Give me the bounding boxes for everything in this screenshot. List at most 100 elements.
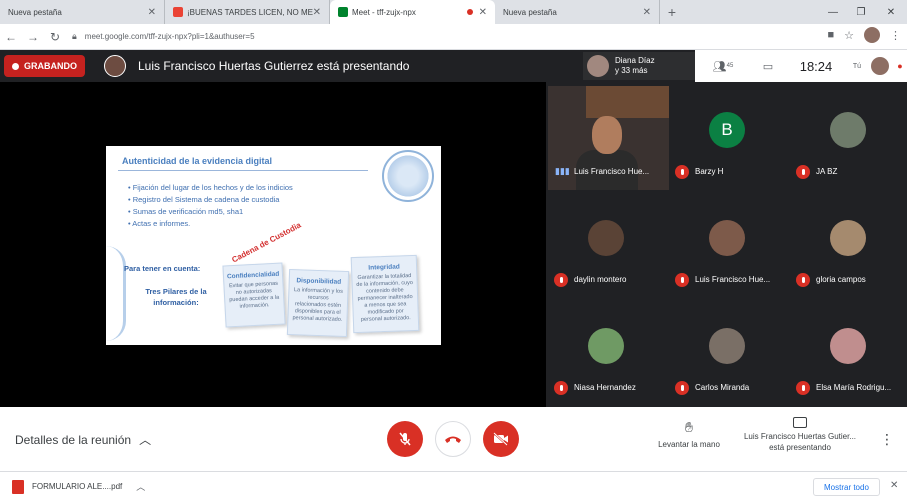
presentation-area: Autenticidad de la evidencia digital Fij… <box>0 82 546 407</box>
participant-tile[interactable]: gloria campos <box>788 190 907 298</box>
present-screen-icon <box>793 417 807 428</box>
chat-button[interactable]: ▭ <box>751 60 785 73</box>
participants-button[interactable]: 👥︎ 45 <box>695 60 751 73</box>
hand-icon: ✋︎ <box>685 419 693 435</box>
participant-name: Luis Francisco Hue... <box>574 167 650 176</box>
participant-avatar <box>830 112 866 148</box>
participant-avatar <box>709 220 745 256</box>
tab-strip: Nueva pestaña ✕ ¡BUENAS TARDES LICEN, NO… <box>0 0 907 24</box>
mic-off-icon: ● <box>897 61 903 71</box>
forward-icon[interactable]: → <box>22 26 44 48</box>
participant-tile[interactable]: B Barzy H <box>667 82 786 190</box>
mic-muted-icon <box>675 165 689 179</box>
recording-badge: GRABANDO <box>4 55 85 77</box>
presenting-indicator[interactable]: Luis Francisco Huertas Gutier... está pr… <box>735 417 865 453</box>
participant-tile[interactable]: Niasa Hernandez <box>546 298 665 406</box>
mic-muted-icon <box>675 273 689 287</box>
meet-view: GRABANDO Luis Francisco Huertas Gutierre… <box>0 50 907 407</box>
pillar-card-title: Confidencialidad <box>226 270 280 281</box>
pillar-card-title: Integridad <box>368 263 400 272</box>
reload-icon[interactable]: ↻ <box>44 26 66 48</box>
profile-avatar[interactable] <box>864 27 880 43</box>
show-all-downloads-button[interactable]: Mostrar todo <box>813 478 880 496</box>
download-file-name[interactable]: FORMULARIO ALE....pdf <box>32 482 122 491</box>
meeting-details-button[interactable]: Detalles de la reunión ︿ <box>15 431 151 448</box>
star-icon[interactable]: ☆ <box>844 29 854 42</box>
participant-tile[interactable]: daylin montero <box>546 190 665 298</box>
downloads-bar: FORMULARIO ALE....pdf ︿ Mostrar todo ✕ <box>0 471 907 501</box>
recording-label: GRABANDO <box>24 61 77 71</box>
self-avatar-wrap[interactable] <box>867 57 893 75</box>
tab-title: Nueva pestaña <box>503 7 557 17</box>
close-window-icon[interactable]: ✕ <box>876 0 906 24</box>
chevron-up-icon: ︿ <box>139 433 152 447</box>
restore-icon[interactable]: ❐ <box>846 0 876 24</box>
camera-toggle-button[interactable] <box>483 421 519 457</box>
people-strip[interactable]: Diana Díaz y 33 más <box>583 52 695 80</box>
new-tab-icon[interactable]: + <box>660 0 684 24</box>
close-tab-icon[interactable]: ✕ <box>148 7 156 18</box>
slide-bullets: Fijación del lugar de los hechos y de lo… <box>128 182 293 230</box>
pillar-card-text: Garantizar la totalidad de la informació… <box>356 273 414 323</box>
chat-icon: ▭ <box>762 60 774 73</box>
recording-icon <box>12 62 19 70</box>
mic-muted-icon <box>675 381 689 395</box>
chevron-up-icon[interactable]: ︿ <box>136 480 145 493</box>
gmail-icon <box>173 7 183 17</box>
raise-hand-button[interactable]: ✋︎ Levantar la mano <box>650 419 728 449</box>
presenting-line1: Luis Francisco Huertas Gutier... <box>743 432 857 441</box>
presenting-line2: está presentando <box>769 443 831 452</box>
camera-icon[interactable]: ■ <box>827 29 834 41</box>
presentation-slide: Autenticidad de la evidencia digital Fij… <box>106 146 441 345</box>
address-bar: ← → ↻ 🔒︎ meet.google.com/tff-zujx-npx?pl… <box>0 24 907 50</box>
browser-tab[interactable]: ¡BUENAS TARDES LICEN, NO ME E ✕ <box>165 0 330 24</box>
participant-avatar <box>588 220 624 256</box>
meet-controls-bar: Detalles de la reunión ︿ ✋︎ Levantar la … <box>0 407 907 471</box>
un-emblem-icon <box>382 150 434 202</box>
video-person-face <box>592 116 622 154</box>
participant-name: Niasa Hernandez <box>574 383 636 392</box>
raise-hand-label: Levantar la mano <box>658 440 720 449</box>
pillar-card: Disponibilidad La información y los recu… <box>286 268 350 338</box>
close-tab-icon[interactable]: ✕ <box>643 7 651 18</box>
participant-avatar <box>709 328 745 364</box>
lock-icon: 🔒︎ <box>72 31 77 41</box>
browser-tab-active[interactable]: Meet - tff-zujx-npx ✕ <box>330 0 495 24</box>
slide-bullet: Registro del Sistema de cadena de custod… <box>128 194 293 206</box>
participant-avatar <box>830 220 866 256</box>
participant-avatar <box>588 328 624 364</box>
slide-bullet: Sumas de verificación md5, sha1 <box>128 206 293 218</box>
pillar-card-text: La información y los recursos relacionad… <box>292 287 343 323</box>
participant-name: Luis Francisco Hue... <box>695 275 771 284</box>
participant-grid: ▮▮▮ Luis Francisco Hue... B Barzy H JA B… <box>546 82 907 407</box>
menu-icon[interactable]: ⋮ <box>890 29 901 42</box>
leave-call-button[interactable] <box>435 421 471 457</box>
close-tab-icon[interactable]: ✕ <box>313 7 321 18</box>
minimize-icon[interactable]: — <box>818 0 848 24</box>
participant-tile[interactable]: JA BZ <box>788 82 907 190</box>
participant-name: JA BZ <box>816 167 838 176</box>
tab-title: Nueva pestaña <box>8 7 62 17</box>
slide-side-text: Tres Pilares de la información: <box>145 287 207 307</box>
participant-tile[interactable]: Elsa María Rodrigu... <box>788 298 907 406</box>
mic-muted-icon <box>554 273 568 287</box>
participant-tile[interactable]: Carlos Miranda <box>667 298 786 406</box>
close-downloads-icon[interactable]: ✕ <box>890 480 898 491</box>
participant-tile[interactable]: Luis Francisco Hue... <box>667 190 786 298</box>
slide-bullet: Fijación del lugar de los hechos y de lo… <box>128 182 293 194</box>
participant-name: Elsa María Rodrigu... <box>816 383 892 392</box>
presenting-title: Luis Francisco Huertas Gutierrez está pr… <box>138 59 410 73</box>
browser-tab[interactable]: Nueva pestaña ✕ <box>495 0 660 24</box>
people-strip-more: y 33 más <box>615 66 648 75</box>
clock: 18:24 <box>799 58 833 74</box>
back-icon[interactable]: ← <box>0 26 22 48</box>
tab-title: Meet - tff-zujx-npx <box>352 7 416 17</box>
more-options-icon[interactable]: ⋮ <box>880 431 894 448</box>
close-tab-icon[interactable]: ✕ <box>479 7 487 18</box>
url-field[interactable]: 🔒︎ meet.google.com/tff-zujx-npx?pli=1&au… <box>72 31 255 42</box>
participant-tile[interactable]: ▮▮▮ Luis Francisco Hue... <box>546 82 669 190</box>
browser-tab[interactable]: Nueva pestaña ✕ <box>0 0 165 24</box>
url-text: meet.google.com/tff-zujx-npx?pli=1&authu… <box>84 32 255 41</box>
meet-top-right: 👥︎ 45 ▭ 18:24 Tú ● <box>695 50 907 82</box>
mic-toggle-button[interactable] <box>387 421 423 457</box>
